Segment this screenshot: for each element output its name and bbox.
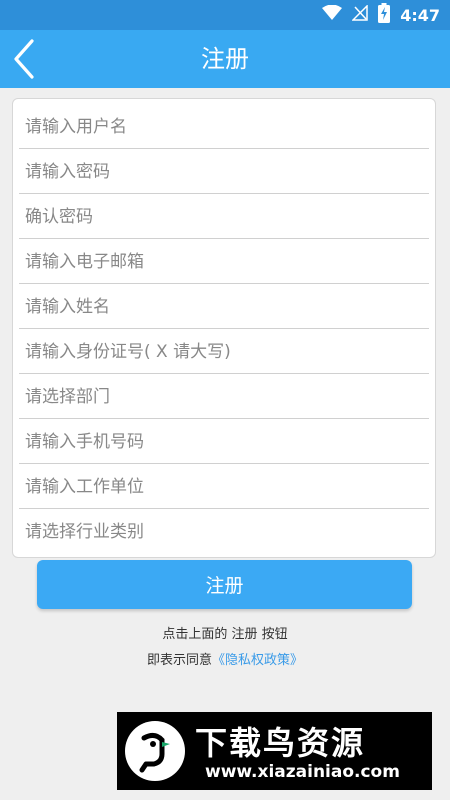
confirm-password-input[interactable] (19, 195, 429, 238)
status-time: 4:47 (400, 5, 440, 25)
name-input[interactable] (19, 285, 429, 328)
watermark-url: www.xiazainiao.com (205, 762, 400, 782)
wifi-icon (322, 4, 343, 25)
name-field (19, 285, 429, 329)
workplace-field (19, 465, 429, 509)
password-field (19, 150, 429, 194)
register-button[interactable]: 注册 (37, 560, 412, 609)
page-title: 注册 (201, 45, 249, 73)
app-bar: 注册 (0, 30, 450, 88)
workplace-input[interactable] (19, 465, 429, 508)
confirm-password-field (19, 195, 429, 239)
register-form (12, 98, 436, 558)
industry-field (19, 510, 429, 554)
email-field (19, 240, 429, 284)
industry-select[interactable] (19, 510, 429, 554)
bird-logo-icon (125, 721, 185, 781)
watermark-banner: 下载鸟资源 www.xiazainiao.com (117, 712, 432, 790)
agreement-prefix: 即表示同意 (146, 653, 212, 668)
password-input[interactable] (19, 150, 429, 193)
battery-charging-icon (378, 3, 391, 27)
department-field (19, 375, 429, 419)
agreement-hint: 即表示同意《隐私权政策》 (0, 649, 450, 668)
id-number-input[interactable] (19, 330, 429, 373)
department-select[interactable] (19, 375, 429, 418)
email-input[interactable] (19, 240, 429, 283)
phone-input[interactable] (19, 420, 429, 463)
id-number-field (19, 330, 429, 374)
chevron-left-icon (6, 39, 46, 85)
phone-field (19, 420, 429, 464)
username-field (19, 105, 429, 149)
watermark-title: 下载鸟资源 (195, 724, 366, 762)
register-hint: 点击上面的 注册 按钮 (162, 627, 288, 642)
status-bar: 4:47 (0, 0, 450, 30)
privacy-policy-link[interactable]: 《隐私权政策》 (212, 653, 303, 668)
status-icons: 4:47 (322, 0, 440, 30)
back-button[interactable] (6, 37, 46, 81)
no-signal-icon (351, 4, 368, 25)
username-input[interactable] (19, 105, 429, 148)
